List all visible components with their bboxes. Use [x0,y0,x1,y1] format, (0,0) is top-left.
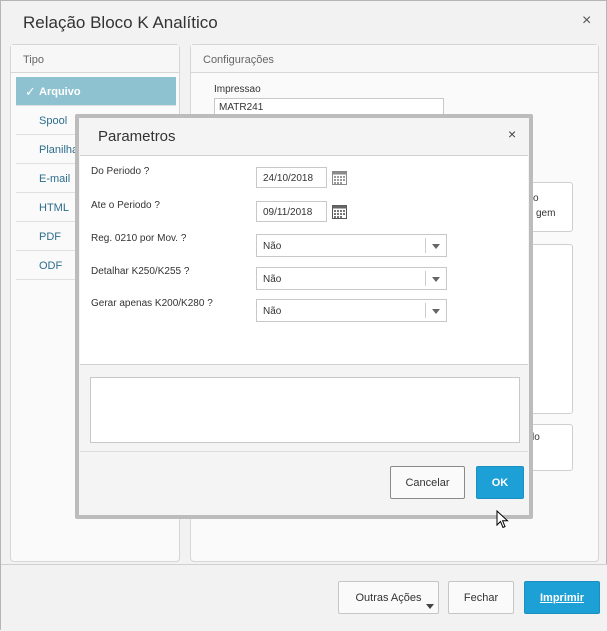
select-value: Não [263,241,282,252]
tipo-header: Tipo [11,45,179,73]
tipo-item-label: Planilha [39,144,79,156]
select-value: Não [263,306,282,317]
do-periodo-input[interactable]: 24/10/2018 [256,167,327,188]
close-icon[interactable]: × [508,126,516,142]
modal-title: Parametros [98,128,176,145]
config-option-text: gem [536,208,556,219]
close-icon[interactable]: × [582,12,591,30]
param-label-reg0210: Reg. 0210 por Mov. ? [91,233,187,244]
select-divider [425,303,426,318]
chevron-down-icon [426,604,434,609]
tipo-item-label: HTML [39,202,69,214]
ok-label: OK [491,477,509,489]
param-label-do-periodo: Do Periodo ? [91,166,150,177]
outras-acoes-label: Outras Ações [355,592,422,604]
param-label-k250: Detalhar K250/K255 ? [91,266,190,277]
calendar-icon[interactable] [332,205,347,219]
select-divider [425,271,426,286]
modal-divider [80,451,528,452]
footer-bar: Outras Ações Fechar Imprimir [1,564,607,631]
impressao-label: Impressao [214,84,261,95]
ate-periodo-input[interactable]: 09/11/2018 [256,201,327,222]
param-label-k200: Gerar apenas K200/K280 ? [91,298,213,309]
parametros-modal: Parametros × Do Periodo ? 24/10/2018 Ate… [79,118,529,515]
notes-textarea[interactable] [90,377,520,443]
cancel-button[interactable]: Cancelar [390,466,465,499]
config-header: Configurações [191,45,598,73]
select-value: Não [263,274,282,285]
config-option-text: o [533,193,539,204]
fechar-button[interactable]: Fechar [448,581,514,614]
imprimir-label: Imprimir [539,592,584,604]
outras-acoes-button[interactable]: Outras Ações [338,581,439,614]
fechar-label: Fechar [463,592,499,604]
param-label-ate-periodo: Ate o Periodo ? [91,200,160,211]
reg0210-select[interactable]: Não [256,234,447,257]
mouse-cursor-icon [496,510,509,529]
dialog-title: Relação Bloco K Analítico [23,13,218,32]
tipo-item-label: E-mail [39,173,71,185]
params-panel: Do Periodo ? 24/10/2018 Ate o Periodo ? … [80,155,528,365]
imprimir-button[interactable]: Imprimir [524,581,600,614]
config-option-text: lo [532,432,540,443]
calendar-icon[interactable] [332,171,347,185]
chevron-down-icon [432,277,440,282]
chevron-down-icon [432,309,440,314]
cancel-label: Cancelar [405,477,450,489]
ok-button[interactable]: OK [476,466,524,499]
k200-select[interactable]: Não [256,299,447,322]
chevron-down-icon [432,244,440,249]
tipo-item-arquivo[interactable]: ✓ Arquivo [16,77,176,106]
tipo-item-label: PDF [39,231,61,243]
tipo-item-label: Spool [39,115,68,127]
select-divider [425,238,426,253]
check-icon: ✓ [25,84,36,99]
tipo-item-label: ODF [39,260,63,272]
k250-select[interactable]: Não [256,267,447,290]
tipo-item-label: Arquivo [39,86,81,98]
